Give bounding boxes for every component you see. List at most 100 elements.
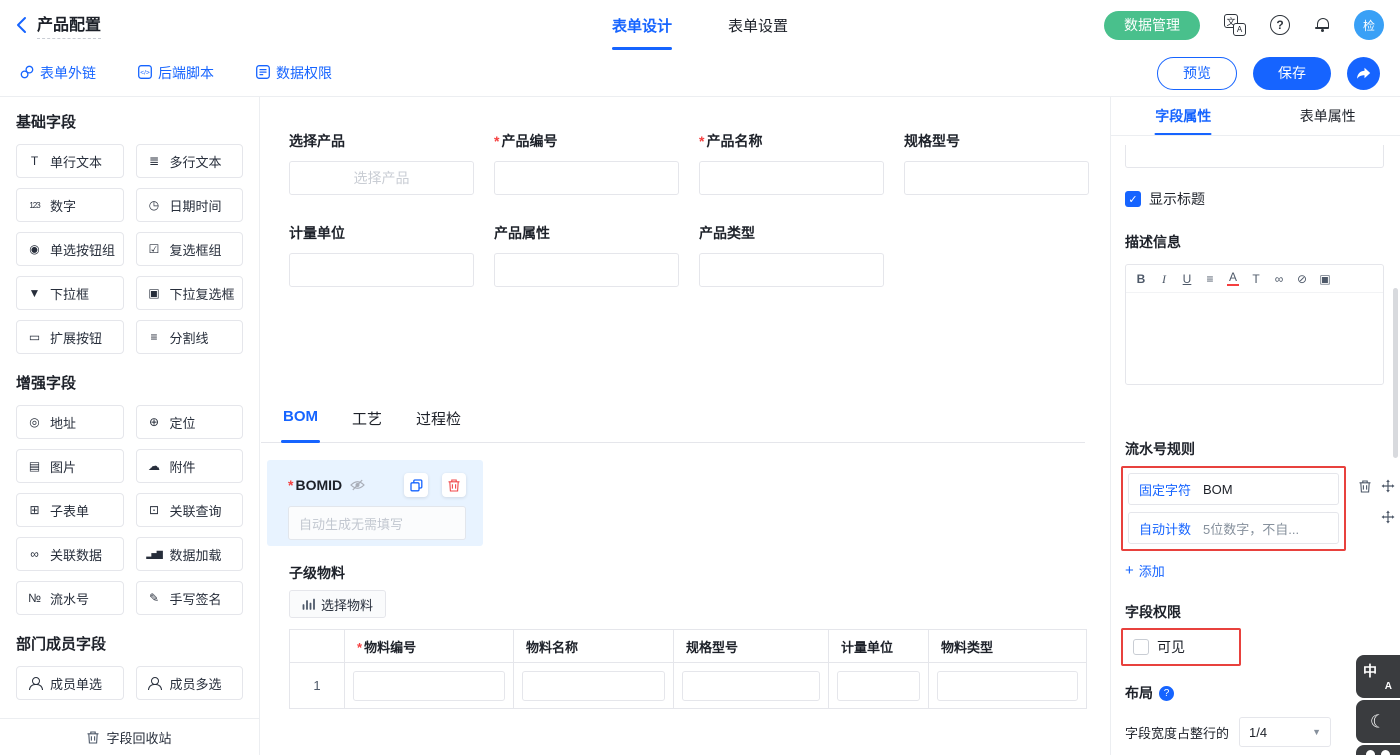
field-width-row: 字段宽度占整行的 1/4 ▼ xyxy=(1125,717,1384,747)
field-input[interactable] xyxy=(494,253,679,287)
sidebar-item-extend-button[interactable]: ▭扩展按钮 xyxy=(16,320,124,354)
field-input[interactable] xyxy=(904,161,1089,195)
sidebar-item-select[interactable]: ▼下拉框 xyxy=(16,276,124,310)
panel-tab-field-properties[interactable]: 字段属性 xyxy=(1111,97,1256,135)
sidebar-item-linked-data[interactable]: ∞关联数据 xyxy=(16,537,124,571)
language-icon[interactable]: 文A xyxy=(1224,14,1246,36)
canvas-field[interactable]: *产品名称 xyxy=(699,131,884,195)
field-input[interactable] xyxy=(494,161,679,195)
fontsize-icon[interactable]: T xyxy=(1250,273,1262,285)
moon-icon: ☾ xyxy=(1370,711,1386,732)
field-type-label: 流水号 xyxy=(50,589,89,608)
table-cell-input[interactable] xyxy=(937,671,1078,701)
layout-help-icon[interactable]: ? xyxy=(1159,686,1174,701)
help-icon[interactable]: ? xyxy=(1270,15,1290,35)
table-cell-input[interactable] xyxy=(353,671,505,701)
rule-move-icon[interactable] xyxy=(1381,510,1395,524)
sidebar-item-linked-query[interactable]: ⊡关联查询 xyxy=(136,493,244,527)
canvas-field[interactable]: 产品属性 xyxy=(494,223,679,287)
canvas-field[interactable]: 规格型号 xyxy=(904,131,1089,195)
italic-icon[interactable]: I xyxy=(1158,273,1170,285)
sidebar-item-member-single[interactable]: 成员单选 xyxy=(16,666,124,700)
bold-icon[interactable]: B xyxy=(1135,273,1147,285)
table-col-header: 物料类型 xyxy=(929,630,1087,663)
field-input[interactable]: 选择产品 xyxy=(289,161,474,195)
unlink-icon[interactable]: ⊘ xyxy=(1296,273,1308,285)
editor-link-icon[interactable]: ∞ xyxy=(1273,273,1285,285)
sidebar-item-locate[interactable]: ⊕定位 xyxy=(136,405,244,439)
sidebar-item-radio-group[interactable]: ◉单选按钮组 xyxy=(16,232,124,266)
selected-field-card[interactable]: *BOMID 自动生成无需填写 xyxy=(267,460,483,546)
field-label: 计量单位 xyxy=(289,223,474,243)
sidebar-item-divider[interactable]: ≡分割线 xyxy=(136,320,244,354)
field-label: 产品类型 xyxy=(699,223,884,243)
rule-move-icon[interactable] xyxy=(1381,479,1395,493)
page-title[interactable]: 产品配置 xyxy=(37,11,101,39)
sidebar-item-address[interactable]: ◎地址 xyxy=(16,405,124,439)
editor-image-icon[interactable]: ▣ xyxy=(1319,273,1331,285)
header-tab-form-design[interactable]: 表单设计 xyxy=(612,0,672,50)
select-material-button[interactable]: 选择物料 xyxy=(289,590,386,618)
toolbar-link-data-permission[interactable]: 数据权限 xyxy=(256,63,332,83)
detail-tab-bom[interactable]: BOM xyxy=(281,408,320,442)
language-icon-en: A xyxy=(1233,23,1246,36)
sidebar-item-multi-line-text[interactable]: ≣多行文本 xyxy=(136,144,244,178)
field-title-input-partial[interactable] xyxy=(1125,145,1384,168)
theme-button[interactable] xyxy=(1356,745,1400,755)
save-button[interactable]: 保存 xyxy=(1253,57,1331,90)
table-cell-input[interactable] xyxy=(682,671,820,701)
avatar[interactable]: 检 xyxy=(1354,10,1384,40)
toolbar-link-backend-script[interactable]: </>后端脚本 xyxy=(138,63,214,83)
visible-checkbox[interactable] xyxy=(1133,639,1149,655)
bom-field-input[interactable]: 自动生成无需填写 xyxy=(288,506,466,540)
panel-scrollbar[interactable] xyxy=(1393,288,1398,458)
copy-field-icon[interactable] xyxy=(404,473,428,497)
serial-rule-row[interactable]: 自动计数5位数字，不自... xyxy=(1128,512,1339,544)
sidebar-item-single-line-text[interactable]: T单行文本 xyxy=(16,144,124,178)
canvas-field[interactable]: 产品类型 xyxy=(699,223,884,287)
table-cell-input[interactable] xyxy=(522,671,665,701)
add-rule-link[interactable]: + 添加 xyxy=(1125,561,1165,580)
bom-field-label: *BOMID xyxy=(288,477,342,493)
sidebar-item-number[interactable]: 123数字 xyxy=(16,188,124,222)
header-tab-form-settings[interactable]: 表单设置 xyxy=(728,0,788,50)
data-manage-button[interactable]: 数据管理 xyxy=(1104,11,1200,40)
field-input[interactable] xyxy=(699,161,884,195)
color-icon[interactable]: A xyxy=(1227,271,1239,286)
underline-icon[interactable]: U xyxy=(1181,273,1193,285)
list-icon[interactable]: ≡ xyxy=(1204,273,1216,285)
sidebar-item-signature[interactable]: ✎手写签名 xyxy=(136,581,244,615)
preview-button[interactable]: 预览 xyxy=(1157,57,1237,90)
delete-field-icon[interactable] xyxy=(442,473,466,497)
rule-delete-icon[interactable] xyxy=(1359,480,1371,493)
sidebar-item-datetime[interactable]: ◷日期时间 xyxy=(136,188,244,222)
dark-mode-toggle-button[interactable]: ☾ xyxy=(1356,700,1400,743)
notification-bell-icon[interactable] xyxy=(1314,17,1330,33)
panel-tab-form-properties[interactable]: 表单属性 xyxy=(1256,97,1400,135)
detail-tab-process-check[interactable]: 过程检 xyxy=(414,408,463,442)
sidebar-item-member-multi[interactable]: 成员多选 xyxy=(136,666,244,700)
sidebar-item-image[interactable]: ▤图片 xyxy=(16,449,124,483)
detail-tab-craft[interactable]: 工艺 xyxy=(350,408,384,442)
canvas-field[interactable]: 选择产品选择产品 xyxy=(289,131,474,195)
share-icon[interactable] xyxy=(1347,57,1380,90)
field-input[interactable] xyxy=(289,253,474,287)
canvas-field[interactable]: *产品编号 xyxy=(494,131,679,195)
serial-rule-row[interactable]: 固定字符BOM xyxy=(1128,473,1339,505)
table-cell-input[interactable] xyxy=(837,671,920,701)
sidebar-item-data-load[interactable]: ▂▅▇数据加载 xyxy=(136,537,244,571)
sidebar-item-attachment[interactable]: ☁附件 xyxy=(136,449,244,483)
toolbar-link-form-external-link[interactable]: 表单外链 xyxy=(20,63,96,83)
sidebar-item-serial-number[interactable]: №流水号 xyxy=(16,581,124,615)
canvas-field[interactable]: 计量单位 xyxy=(289,223,474,287)
description-textarea[interactable] xyxy=(1126,293,1383,384)
language-toggle-button[interactable]: 中 A xyxy=(1356,655,1400,698)
show-title-checkbox[interactable]: ✓ xyxy=(1125,191,1141,207)
field-width-select[interactable]: 1/4 ▼ xyxy=(1239,717,1331,747)
field-recycle-bin[interactable]: 字段回收站 xyxy=(0,718,259,755)
sidebar-item-checkbox-group[interactable]: ☑复选框组 xyxy=(136,232,244,266)
sidebar-item-subform[interactable]: ⊞子表单 xyxy=(16,493,124,527)
field-input[interactable] xyxy=(699,253,884,287)
back-icon[interactable] xyxy=(16,16,27,34)
sidebar-item-multi-select[interactable]: ▣下拉复选框 xyxy=(136,276,244,310)
